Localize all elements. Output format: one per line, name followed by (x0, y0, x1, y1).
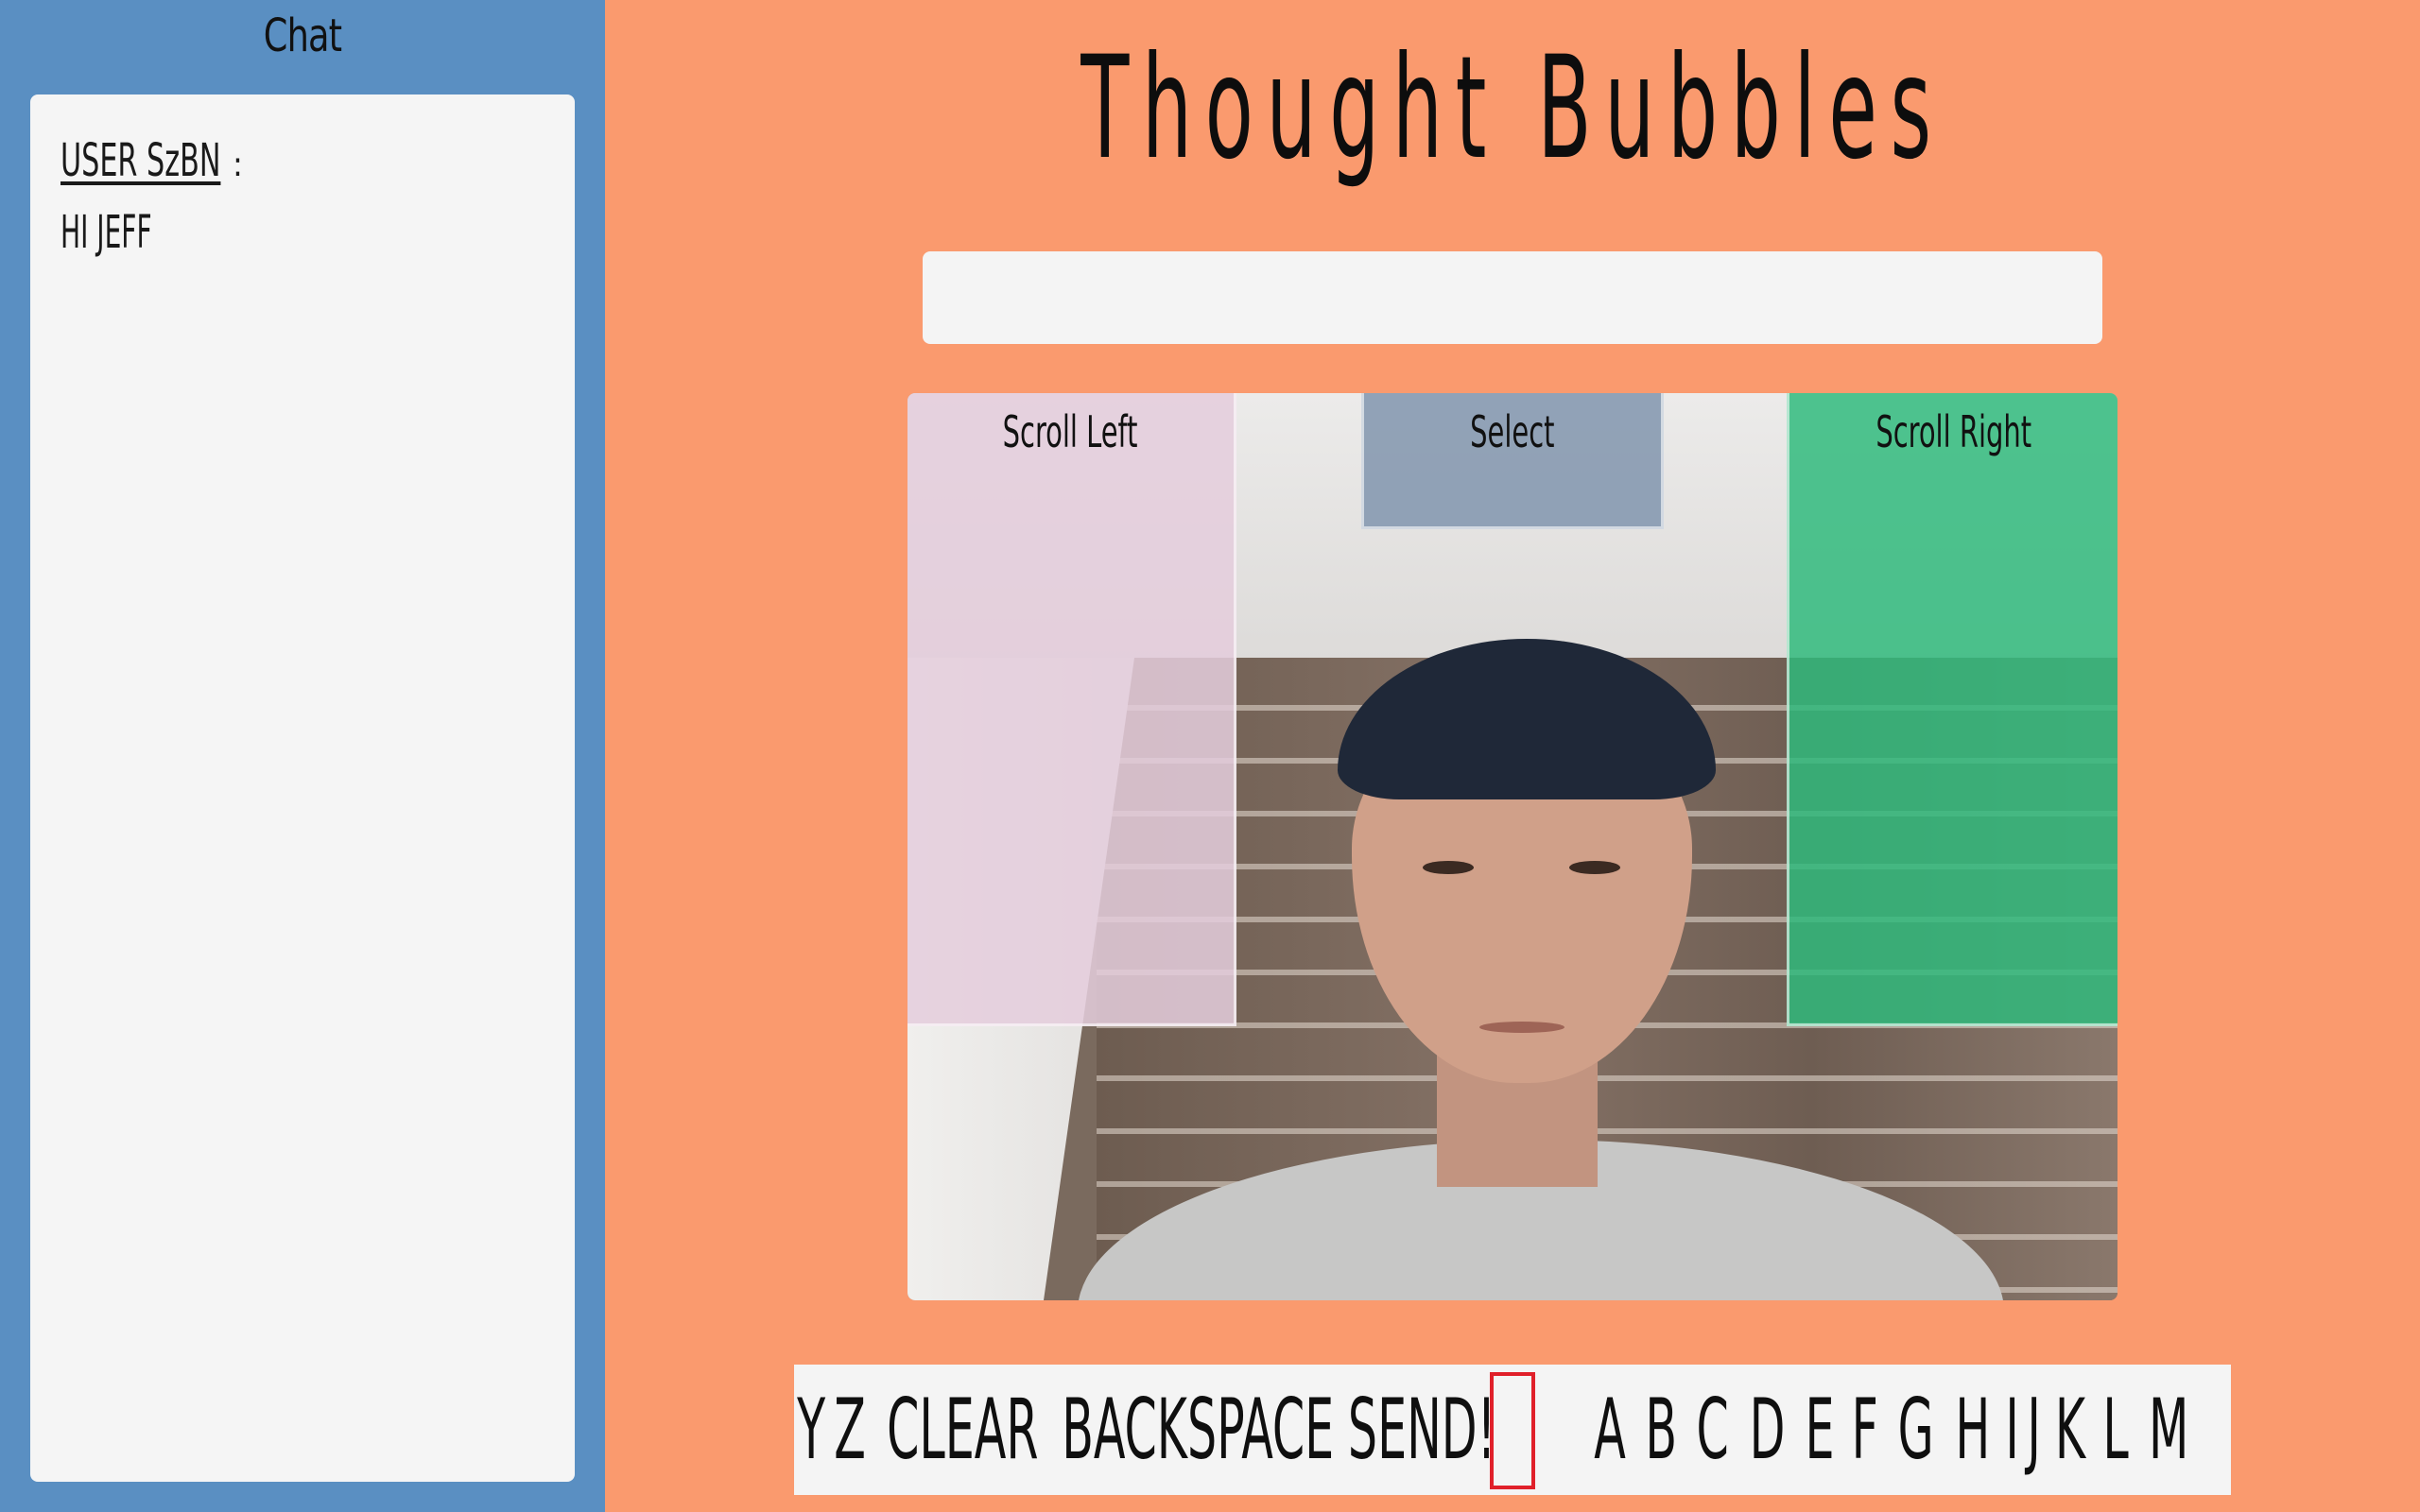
scroll-right-label: Scroll Right (1876, 406, 2031, 457)
key-clear[interactable]: CLEAR (887, 1365, 1038, 1495)
chat-message-user: USER SzBN (60, 134, 221, 187)
chat-message: USER SzBN: HI JEFF (60, 134, 552, 259)
key-j[interactable]: J (2028, 1365, 2041, 1495)
key-i[interactable]: I (2005, 1365, 2018, 1495)
key-g[interactable]: G (1898, 1365, 1934, 1495)
key-b[interactable]: B (1645, 1365, 1677, 1495)
key-f[interactable]: F (1852, 1365, 1878, 1495)
message-input[interactable] (923, 251, 2102, 344)
key-a[interactable]: A (1594, 1365, 1626, 1495)
key-e[interactable]: E (1806, 1365, 1835, 1495)
chat-sidebar: Chat USER SzBN: HI JEFF (0, 0, 605, 1512)
webcam-person-mouth (1479, 1022, 1564, 1033)
selection-cursor (1490, 1372, 1535, 1489)
key-m[interactable]: M (2149, 1365, 2188, 1495)
key-l[interactable]: L (2102, 1365, 2128, 1495)
scroll-right-zone[interactable]: Scroll Right (1787, 393, 2118, 1026)
key-h[interactable]: H (1956, 1365, 1991, 1495)
webcam-feed: Scroll Left Select Scroll Right (908, 393, 2118, 1300)
key-d[interactable]: D (1750, 1365, 1786, 1495)
key-z[interactable]: Z (835, 1365, 867, 1495)
chat-title: Chat (263, 9, 342, 62)
letter-bar: Y Z CLEAR BACKSPACE SEND! A B C D E F G … (794, 1365, 2231, 1495)
key-c[interactable]: C (1697, 1365, 1729, 1495)
webcam-person-eye (1423, 861, 1474, 874)
key-backspace[interactable]: BACKSPACE (1062, 1365, 1334, 1495)
chat-message-text: HI JEFF (60, 206, 152, 259)
chat-message-separator: : (233, 146, 243, 184)
app-title: Thought Bubbles (1080, 26, 1945, 191)
webcam-person-eye (1569, 861, 1620, 874)
chat-panel[interactable]: USER SzBN: HI JEFF (30, 94, 575, 1482)
select-label: Select (1470, 406, 1555, 457)
scroll-left-label: Scroll Left (1003, 406, 1138, 457)
key-k[interactable]: K (2055, 1365, 2085, 1495)
select-zone[interactable]: Select (1361, 393, 1664, 529)
key-send[interactable]: SEND! (1347, 1365, 1495, 1495)
scroll-left-zone[interactable]: Scroll Left (908, 393, 1236, 1026)
key-y[interactable]: Y (797, 1365, 825, 1495)
